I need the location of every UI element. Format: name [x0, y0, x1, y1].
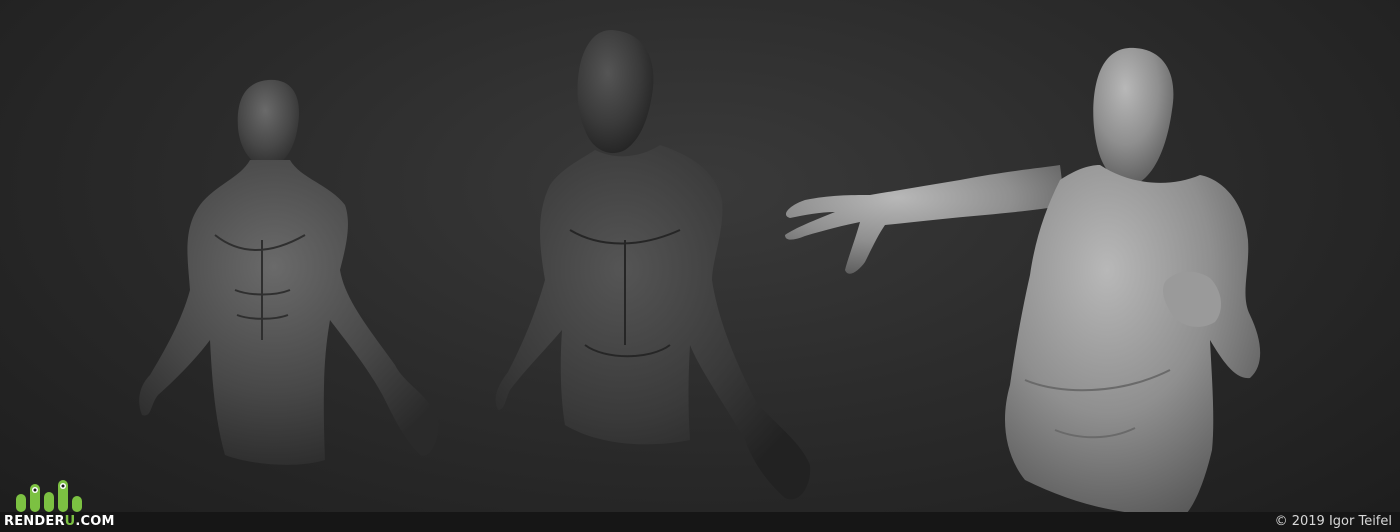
heavy-bust-figure: [785, 47, 1261, 512]
anatomy-bust-figure: [139, 79, 439, 465]
heavy-bust-head: [1093, 47, 1174, 184]
dark-bust-torso: [495, 145, 811, 500]
anatomy-bust-torso: [139, 160, 439, 465]
renderu-wordmark[interactable]: RENDERU.COM: [4, 512, 115, 532]
sculpt-render: [139, 30, 1261, 512]
logo-prefix: RENDER: [4, 514, 65, 529]
heavy-bust-torso: [1005, 165, 1261, 512]
artwork-canvas: RENDERU.COM © 2019 Igor Teifel: [0, 0, 1400, 532]
copyright-credit: © 2019 Igor Teifel: [1274, 514, 1392, 529]
logo-accent: U: [64, 514, 76, 529]
footer-bar: [0, 512, 1400, 532]
dark-bust-head: [577, 30, 654, 154]
logo-suffix: .COM: [75, 514, 115, 529]
anatomy-bust-head: [237, 79, 300, 168]
heavy-bust-arm: [785, 165, 1065, 274]
dark-bust-figure: [495, 30, 811, 500]
